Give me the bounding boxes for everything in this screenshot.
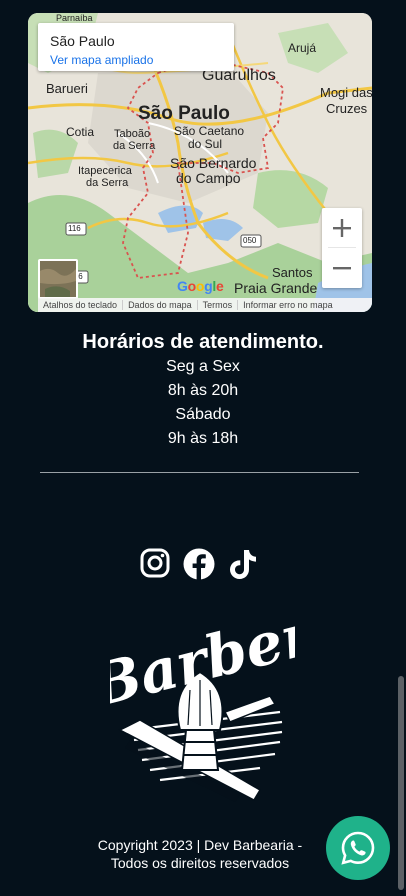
map-label-itapecerica-serra: da Serra <box>86 177 129 189</box>
map-label-do-sul: do Sul <box>188 137 223 151</box>
hours-line-weekday-time: 8h às 20h <box>167 382 239 399</box>
map-attribution-bar: Atalhos do teclado Dados do mapa Termos … <box>38 298 372 312</box>
view-larger-map-link[interactable]: Ver mapa ampliado <box>50 53 153 67</box>
map-label-cruzes: Cruzes <box>326 101 368 116</box>
map-label-mogi: Mogi das <box>320 85 372 100</box>
map-data-link[interactable]: Dados do mapa <box>122 300 197 310</box>
plus-icon <box>333 219 351 237</box>
whatsapp-icon <box>341 831 375 865</box>
map-label-aruja: Arujá <box>288 41 317 55</box>
copyright-text: Copyright 2023 | Dev Barbearia - Todos o… <box>75 836 325 872</box>
whatsapp-button[interactable] <box>326 816 390 880</box>
map-label-santos: Santos <box>272 265 313 280</box>
map-label-sao-caetano: São Caetano <box>174 124 245 138</box>
satellite-thumbnail-icon <box>40 261 76 297</box>
minus-icon <box>333 267 351 270</box>
road-shield-label: 116 <box>68 224 81 233</box>
map-label-parnaiba: Parnaíba <box>56 13 93 23</box>
report-error-link[interactable]: Informar erro no mapa <box>237 300 338 310</box>
map-label-taboao: Taboão <box>114 128 151 140</box>
map-label-itapecerica: Itapecerica <box>78 165 132 177</box>
barber-logo: Barber <box>83 599 324 810</box>
google-logo: Google <box>177 278 224 294</box>
place-card: São Paulo Ver mapa ampliado <box>38 23 234 71</box>
tiktok-icon <box>230 550 256 579</box>
keyboard-shortcuts-link[interactable]: Atalhos do teclado <box>38 300 122 310</box>
facebook-icon <box>183 548 215 580</box>
map-embed[interactable]: 116 116 050 Arujá Guarulhos Mogi das Cru… <box>28 13 372 312</box>
zoom-out-button[interactable] <box>322 248 362 288</box>
map-label-praia-grande: Praia Grande <box>234 280 318 296</box>
map-label-sao-paulo: São Paulo <box>138 103 230 124</box>
hours-line-saturday: Sábado <box>175 406 231 423</box>
instagram-link[interactable] <box>140 548 174 582</box>
zoom-in-button[interactable] <box>322 208 362 248</box>
section-divider <box>40 472 359 473</box>
terms-link[interactable]: Termos <box>196 300 238 310</box>
tiktok-link[interactable] <box>228 548 262 582</box>
hours-title: Horários de atendimento. <box>82 331 324 353</box>
road-shield-label: 050 <box>243 236 257 245</box>
hours-line-weekdays: Seg a Sex <box>166 358 240 375</box>
zoom-controls <box>322 208 362 288</box>
facebook-link[interactable] <box>183 548 217 582</box>
page-scrollbar[interactable] <box>398 676 404 890</box>
map-label-sao-bernardo: São Bernardo <box>170 155 257 171</box>
copyright-line-2: Todos os direitos reservados <box>110 855 290 871</box>
instagram-icon <box>140 548 170 578</box>
map-label-cotia: Cotia <box>66 125 95 139</box>
map-label-taboao-serra: da Serra <box>113 140 156 152</box>
place-name: São Paulo <box>50 33 115 49</box>
copyright-line-1: Copyright 2023 | Dev Barbearia - <box>97 837 303 853</box>
map-label-do-campo: do Campo <box>176 170 241 186</box>
hours-line-saturday-time: 9h às 18h <box>167 430 239 447</box>
satellite-view-toggle[interactable] <box>38 259 78 299</box>
barber-logo-graphic: Barber <box>83 599 324 802</box>
map-label-barueri: Barueri <box>46 81 88 96</box>
